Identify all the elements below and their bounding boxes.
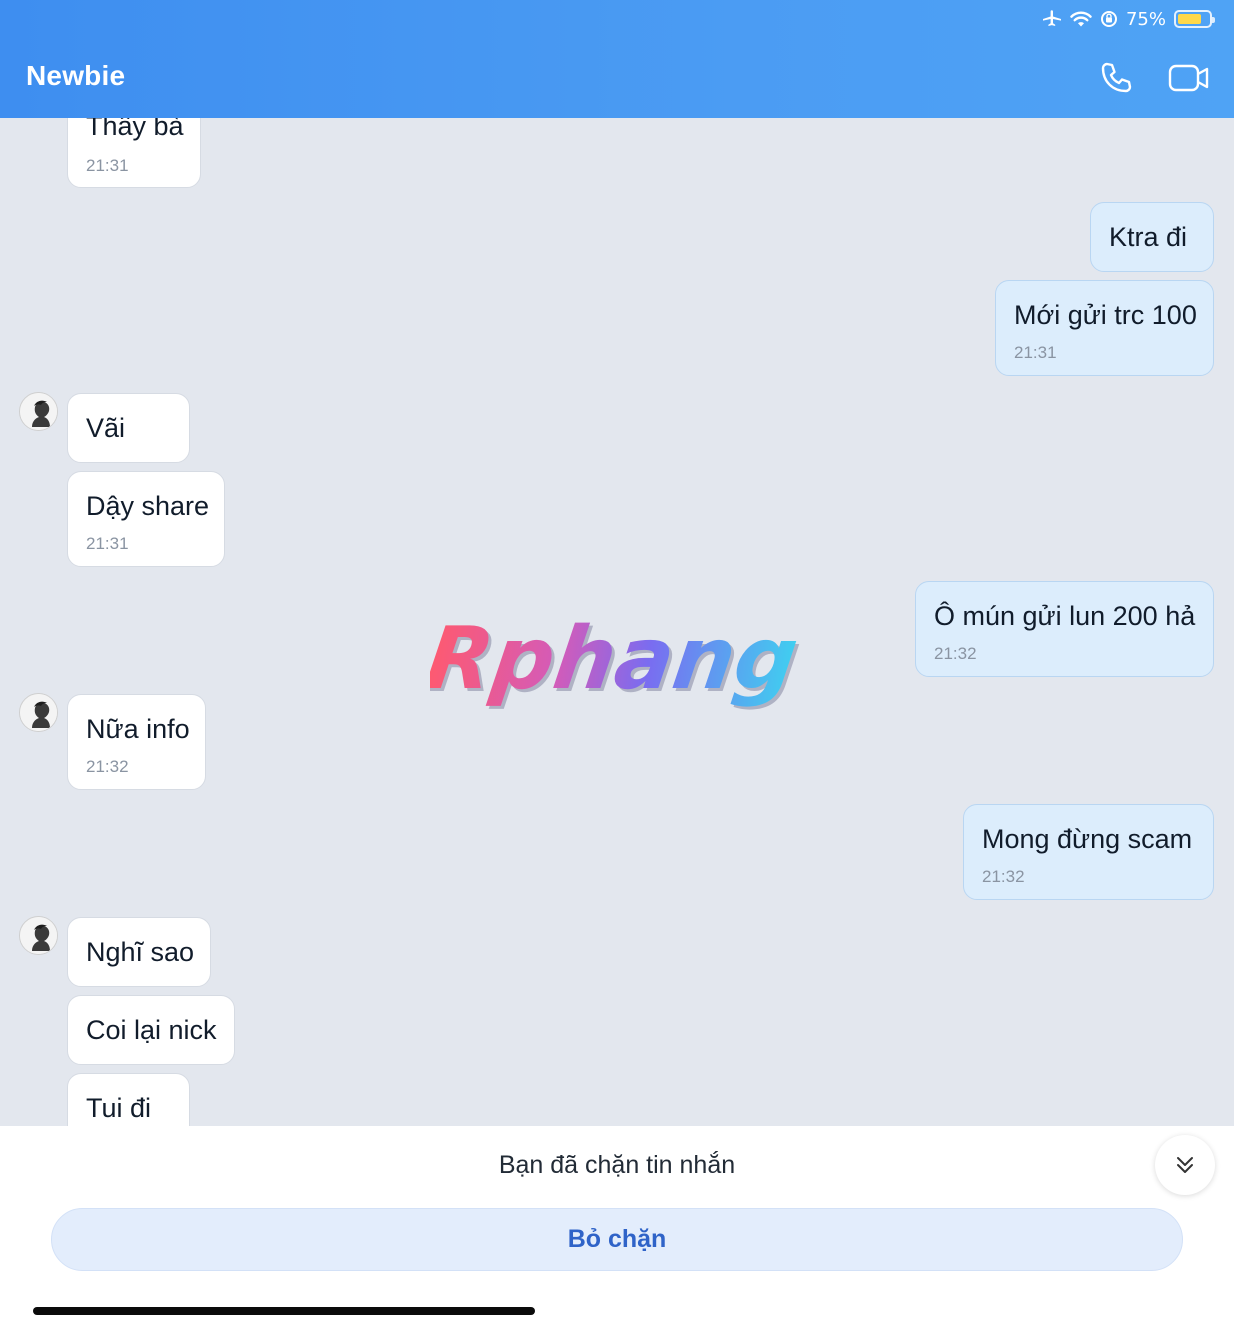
video-camera-icon <box>1168 64 1209 92</box>
message-time: 21:31 <box>86 156 129 175</box>
watermark-logo: Rphang Rphang <box>430 609 805 712</box>
message-bubble[interactable]: Vãi <box>67 393 190 463</box>
double-chevron-down-icon <box>1177 1157 1193 1173</box>
message-text: Vãi <box>86 413 126 443</box>
message-text: Thấy bà <box>86 118 184 141</box>
contact-avatar[interactable] <box>19 693 58 732</box>
wifi-icon <box>1070 10 1092 28</box>
video-call-button[interactable] <box>1166 58 1212 98</box>
orientation-lock-icon <box>1100 10 1118 28</box>
message-text: Nữa info <box>86 714 190 744</box>
message-bubble[interactable]: Thấy bà 21:31 <box>67 118 201 188</box>
battery-icon <box>1174 10 1215 28</box>
conversation-title[interactable]: Newbie <box>26 60 125 92</box>
collapse-button[interactable] <box>1155 1135 1215 1195</box>
message-time: 21:32 <box>934 644 977 663</box>
message-bubble[interactable]: Coi lại nick <box>67 995 235 1065</box>
blocked-notice: Bạn đã chặn tin nhắn <box>498 1151 736 1179</box>
message-text: Dậy share <box>86 491 210 521</box>
message-text: Ktra đi <box>1109 222 1188 252</box>
message-text: Mới gửi trc 100 <box>1014 300 1197 330</box>
call-button[interactable] <box>1094 58 1138 98</box>
message-bubble[interactable]: Ô mún gửi lun 200 hả 21:32 <box>915 581 1214 677</box>
message-bubble[interactable]: Nghĩ sao <box>67 917 211 987</box>
blocked-panel: Bạn đã chặn tin nhắn Bỏ chặn <box>0 1126 1234 1328</box>
message-time: 21:31 <box>1014 343 1057 362</box>
message-time: 21:31 <box>86 534 129 553</box>
message-bubble[interactable]: Mới gửi trc 100 21:31 <box>995 280 1214 376</box>
chat-header: 75% Newbie <box>0 0 1234 118</box>
message-bubble[interactable]: Tui đi <box>67 1073 190 1126</box>
message-bubble[interactable]: Mong đừng scam 21:32 <box>963 804 1214 900</box>
unblock-button[interactable]: Bỏ chặn <box>51 1208 1183 1271</box>
svg-text:Rphang: Rphang <box>430 609 804 709</box>
message-bubble[interactable]: Ktra đi <box>1090 202 1214 272</box>
message-text: Mong đừng scam <box>982 824 1193 854</box>
airplane-icon <box>1042 10 1062 28</box>
message-text: Nghĩ sao <box>86 937 195 967</box>
home-indicator[interactable] <box>33 1307 535 1315</box>
message-bubble[interactable]: Dậy share 21:31 <box>67 471 225 567</box>
message-text: Tui đi <box>86 1093 152 1123</box>
contact-avatar[interactable] <box>19 916 58 955</box>
message-time: 21:32 <box>86 757 129 776</box>
message-time: 21:32 <box>982 867 1025 886</box>
battery-level <box>1178 14 1201 24</box>
phone-icon <box>1101 62 1132 93</box>
message-bubble[interactable]: Nữa info 21:32 <box>67 694 206 790</box>
contact-avatar[interactable] <box>19 392 58 431</box>
status-bar: 75% <box>1042 6 1215 32</box>
battery-percent: 75% <box>1125 8 1166 30</box>
message-text: Ô mún gửi lun 200 hả <box>934 601 1196 631</box>
message-text: Coi lại nick <box>86 1015 217 1045</box>
